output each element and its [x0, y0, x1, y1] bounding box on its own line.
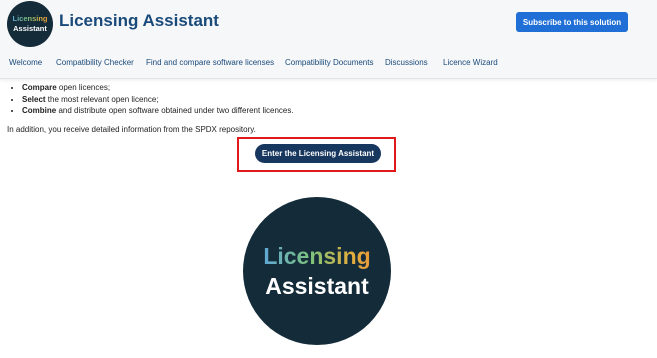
feature-compare: Compare open licences; — [22, 82, 294, 94]
nav-find-compare-licenses[interactable]: Find and compare software licenses — [146, 58, 274, 67]
enter-licensing-assistant-button[interactable]: Enter the Licensing Assistant — [255, 144, 381, 163]
feature-keyword: Compare — [22, 83, 57, 92]
nav-compatibility-documents[interactable]: Compatibility Documents — [285, 58, 373, 67]
logo-word-licensing: Licensing — [12, 14, 48, 23]
app-title[interactable]: Licensing Assistant — [59, 11, 219, 31]
feature-combine: Combine and distribute open software obt… — [22, 105, 294, 117]
feature-select: Select the most relevant open licence; — [22, 94, 294, 106]
nav-compatibility-checker[interactable]: Compatibility Checker — [56, 58, 134, 67]
big-logo-word-licensing: Licensing — [263, 243, 371, 269]
nav-discussions[interactable]: Discussions — [385, 58, 428, 67]
licensing-assistant-big-logo: Licensing Assistant — [243, 197, 391, 345]
site-header: Licensing Assistant Licensing Assistant … — [0, 0, 657, 79]
subscribe-button[interactable]: Subscribe to this solution — [516, 12, 628, 32]
feature-text: the most relevant open licence; — [45, 94, 159, 104]
spdx-info-text: In addition, you receive detailed inform… — [7, 125, 256, 134]
nav-welcome[interactable]: Welcome — [9, 58, 42, 67]
logo-word-assistant: Assistant — [13, 24, 47, 33]
big-logo-word-assistant: Assistant — [265, 273, 369, 299]
feature-keyword: Combine — [22, 106, 57, 115]
feature-list: Compare open licences; Select the most r… — [8, 82, 294, 117]
licensing-assistant-logo[interactable]: Licensing Assistant — [7, 1, 53, 47]
feature-keyword: Select — [22, 94, 46, 104]
nav-licence-wizard[interactable]: Licence Wizard — [443, 58, 498, 67]
feature-text: and distribute open software obtained un… — [56, 106, 294, 115]
feature-text: open licences; — [56, 83, 111, 92]
